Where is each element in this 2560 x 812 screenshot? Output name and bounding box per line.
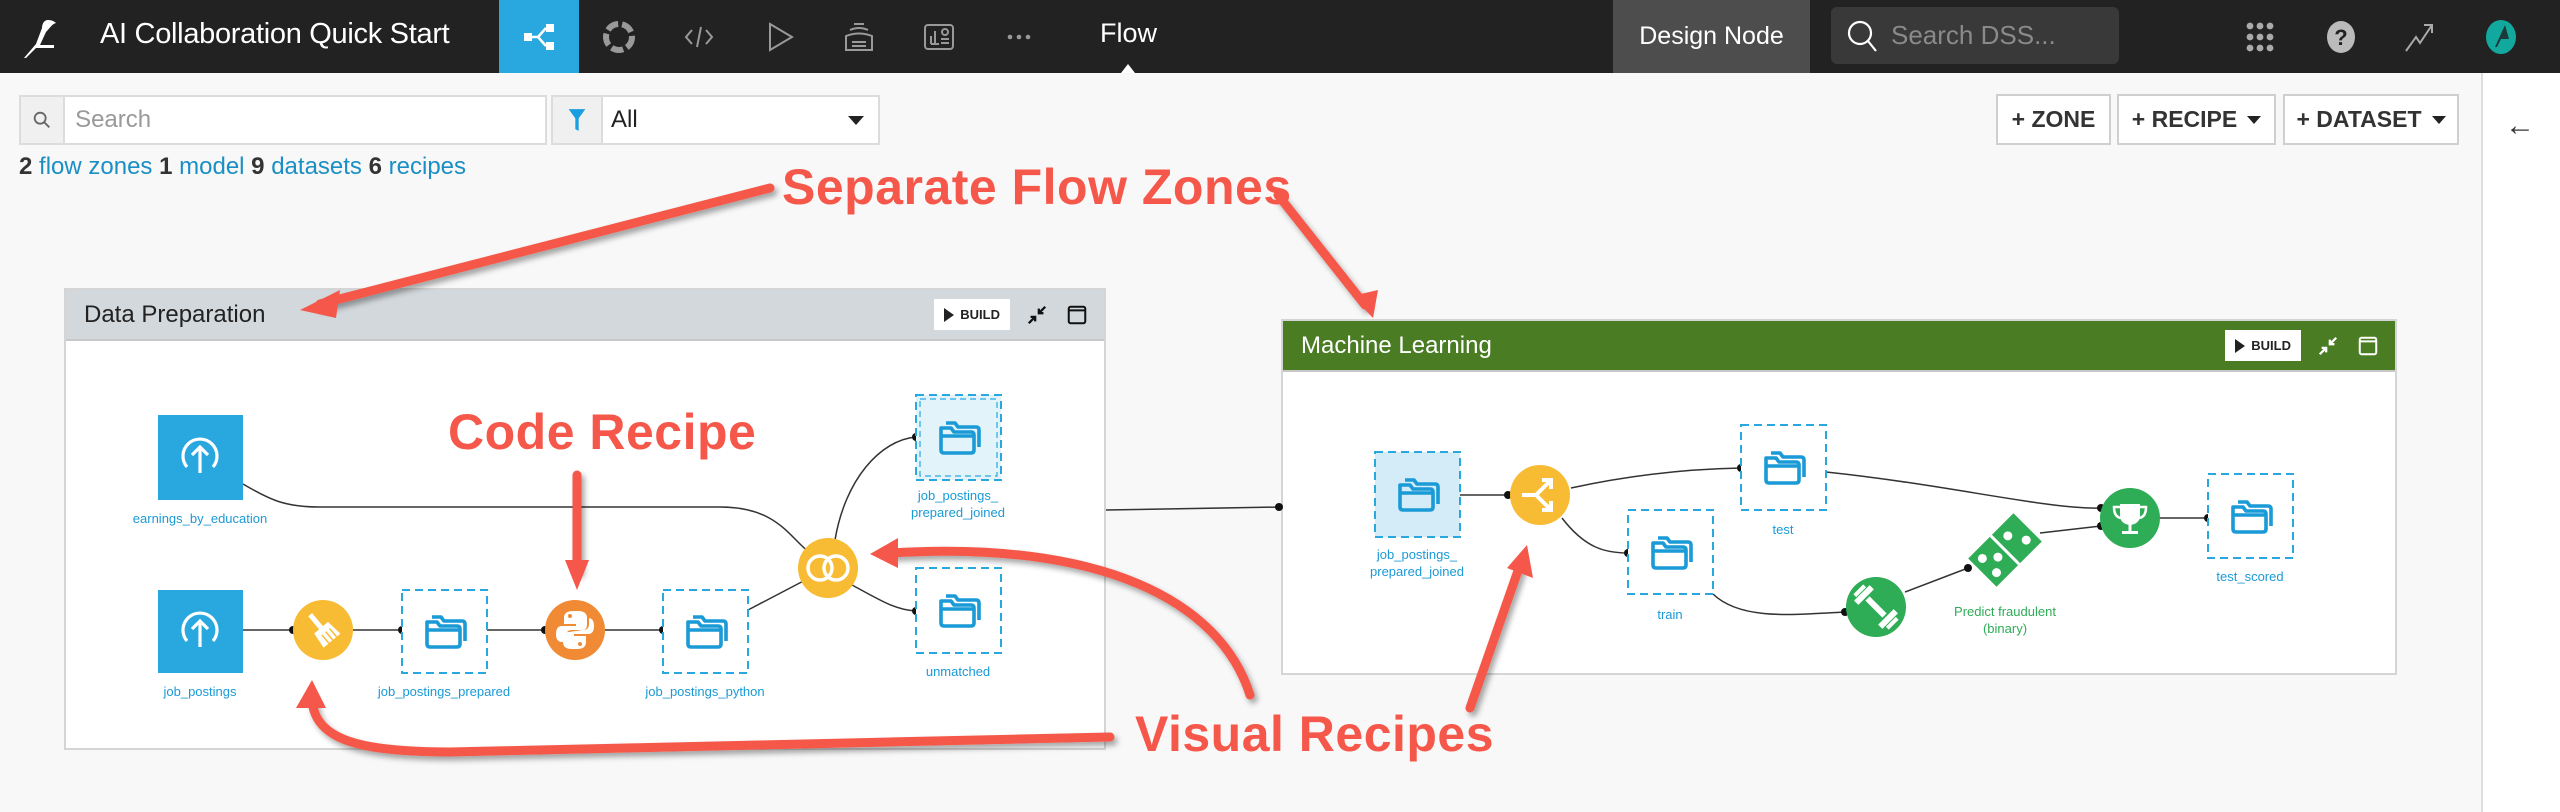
label-ml-joined-line2[interactable]: prepared_joined: [1370, 563, 1464, 580]
dataset-unmatched[interactable]: [915, 567, 1002, 654]
annotation-separate-flow-zones: Separate Flow Zones: [782, 159, 1292, 215]
dataset-ml-job-postings-prepared-joined[interactable]: [1374, 451, 1461, 538]
edge: [242, 483, 815, 557]
edge: [1825, 471, 2102, 509]
recipe-join[interactable]: [798, 538, 858, 598]
label-train[interactable]: train: [1657, 606, 1682, 623]
label-model-line2[interactable]: (binary): [1983, 620, 2027, 637]
dataset-train[interactable]: [1627, 509, 1714, 595]
dataset-earnings-by-education[interactable]: [158, 415, 243, 500]
label-joined-line1[interactable]: job_postings_: [918, 487, 998, 504]
dataset-job-postings[interactable]: [158, 590, 243, 673]
label-joined-line2[interactable]: prepared_joined: [911, 504, 1005, 521]
label-job-postings-python[interactable]: job_postings_python: [645, 683, 764, 700]
annotation-visual-recipes: Visual Recipes: [1135, 706, 1495, 762]
model-predict-fraudulent[interactable]: [1968, 513, 2042, 587]
arrow-to-split: [1465, 560, 1525, 713]
dataset-test[interactable]: [1740, 424, 1827, 511]
dataset-test-scored[interactable]: [2207, 473, 2294, 559]
label-ml-joined-line1[interactable]: job_postings_: [1377, 546, 1457, 563]
label-model-line1[interactable]: Predict fraudulent: [1954, 603, 2056, 620]
dataset-job-postings-prepared[interactable]: [401, 589, 488, 674]
edge: [2039, 525, 2102, 534]
dataset-job-postings-prepared-joined[interactable]: [915, 394, 1002, 481]
annotation-code-recipe: Code Recipe: [448, 404, 757, 460]
label-test[interactable]: test: [1773, 521, 1794, 538]
label-job-postings[interactable]: job_postings: [164, 683, 237, 700]
recipe-train[interactable]: [1846, 577, 1906, 637]
edge: [1561, 517, 1629, 554]
edges-ml: [1460, 467, 2208, 616]
edge: [1105, 506, 1282, 511]
edge: [851, 584, 917, 612]
edge: [834, 436, 917, 541]
dataset-job-postings-python[interactable]: [662, 589, 749, 674]
label-unmatched[interactable]: unmatched: [926, 663, 990, 680]
edges-data-prep: [242, 436, 1282, 631]
label-test-scored[interactable]: test_scored: [2216, 568, 2283, 585]
edge: [1712, 593, 1846, 616]
recipe-split[interactable]: [1510, 465, 1570, 525]
edge: [1904, 567, 1969, 593]
label-earnings-by-education[interactable]: earnings_by_education: [133, 510, 267, 527]
arrow-to-prepare: [307, 695, 1115, 757]
edge: [1570, 467, 1742, 489]
arrow-to-data-prep: [315, 183, 775, 309]
recipe-python[interactable]: [545, 600, 605, 660]
label-job-postings-prepared[interactable]: job_postings_prepared: [378, 683, 510, 700]
recipe-prepare[interactable]: [293, 600, 353, 660]
recipe-score[interactable]: [2100, 488, 2160, 548]
